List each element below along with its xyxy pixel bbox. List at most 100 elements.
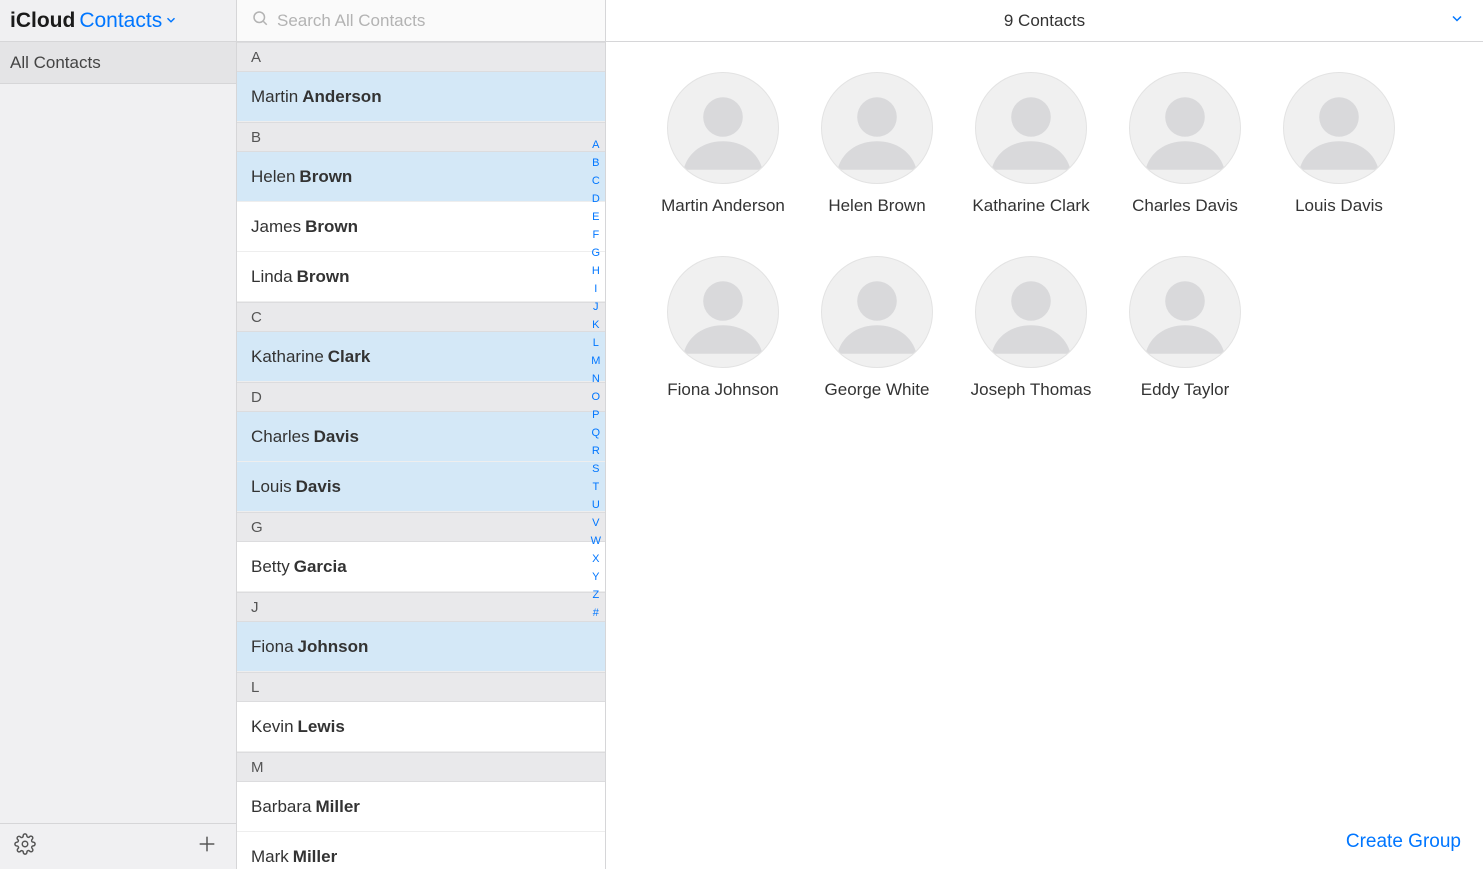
contact-card[interactable]: Fiona Johnson [667,256,779,400]
contact-row[interactable]: KatharineClark [237,332,605,382]
contact-grid: Martin Anderson Helen Brown Katharine Cl… [606,42,1483,430]
sidebar-item-all-contacts[interactable]: All Contacts [0,42,236,84]
avatar [821,72,933,184]
alpha-index-letter[interactable]: O [591,392,601,403]
alpha-index-letter[interactable]: S [591,464,601,475]
contact-list-pane: AMartinAndersonBHelenBrownJamesBrownLind… [237,0,606,869]
alpha-index-letter[interactable]: M [591,356,601,367]
contact-card-name: Louis Davis [1283,196,1395,216]
alpha-index-letter[interactable]: Q [591,428,601,439]
create-group-button[interactable]: Create Group [1346,831,1461,853]
contact-card[interactable]: George White [821,256,933,400]
contact-row[interactable]: FionaJohnson [237,622,605,672]
alpha-index-letter[interactable]: W [591,536,601,547]
alpha-index-letter[interactable]: I [591,284,601,295]
plus-icon[interactable] [196,833,218,860]
alpha-index-letter[interactable]: A [591,140,601,151]
alpha-index-letter[interactable]: H [591,266,601,277]
contact-row[interactable]: KevinLewis [237,702,605,752]
contact-last-name: Johnson [298,637,369,657]
alpha-index-letter[interactable]: C [591,176,601,187]
contact-card[interactable]: Charles Davis [1129,72,1241,216]
alpha-index-letter[interactable]: K [591,320,601,331]
avatar [1129,72,1241,184]
contact-card-name: Eddy Taylor [1129,380,1241,400]
avatar [975,72,1087,184]
contact-first-name: Kevin [251,717,294,737]
contact-first-name: Charles [251,427,310,447]
section-header: A [237,42,605,72]
contact-row[interactable]: MartinAnderson [237,72,605,122]
contact-last-name: Miller [293,847,337,867]
avatar [667,72,779,184]
alpha-index-letter[interactable]: L [591,338,601,349]
contact-first-name: Mark [251,847,289,867]
avatar [821,256,933,368]
contact-card[interactable]: Louis Davis [1283,72,1395,216]
brand-icloud: iCloud [10,9,75,33]
section-header: M [237,752,605,782]
avatar [1283,72,1395,184]
contact-row[interactable]: MarkMiller [237,832,605,869]
alpha-index-letter[interactable]: G [591,248,601,259]
contact-last-name: Clark [328,347,371,367]
contact-first-name: Louis [251,477,292,497]
section-header: L [237,672,605,702]
alpha-index-letter[interactable]: U [591,500,601,511]
contact-row[interactable]: LouisDavis [237,462,605,512]
contact-card[interactable]: Katharine Clark [972,72,1089,216]
section-header: C [237,302,605,332]
contact-row[interactable]: JamesBrown [237,202,605,252]
contact-list[interactable]: AMartinAndersonBHelenBrownJamesBrownLind… [237,42,605,869]
chevron-down-icon [164,9,178,33]
alpha-index-letter[interactable]: N [591,374,601,385]
contact-last-name: Garcia [294,557,347,577]
alpha-index-letter[interactable]: T [591,482,601,493]
alpha-index-letter[interactable]: E [591,212,601,223]
contact-card[interactable]: Joseph Thomas [971,256,1092,400]
contact-card[interactable]: Eddy Taylor [1129,256,1241,400]
alpha-index[interactable]: ABCDEFGHIJKLMNOPQRSTUVWXYZ # [591,140,601,619]
alpha-index-letter[interactable]: Z [591,590,601,601]
contact-card-name: Fiona Johnson [667,380,779,400]
section-header: G [237,512,605,542]
contact-card-name: Charles Davis [1129,196,1241,216]
alpha-index-letter[interactable]: R [591,446,601,457]
selection-count: 9 Contacts [1004,11,1085,31]
alpha-index-letter[interactable]: F [591,230,601,241]
contact-row[interactable]: LindaBrown [237,252,605,302]
contact-row[interactable]: BettyGarcia [237,542,605,592]
contact-card-name: Helen Brown [821,196,933,216]
contact-row[interactable]: CharlesDavis [237,412,605,462]
alpha-index-letter[interactable]: Y [591,572,601,583]
contact-last-name: Miller [315,797,359,817]
sidebar-footer [0,823,236,869]
app-switcher[interactable]: iCloud Contacts [0,0,236,42]
contact-first-name: Linda [251,267,293,287]
alpha-index-letter[interactable]: # [591,608,601,619]
contact-first-name: James [251,217,301,237]
contact-first-name: Betty [251,557,290,577]
avatar [667,256,779,368]
contact-first-name: Fiona [251,637,294,657]
chevron-down-icon[interactable] [1449,10,1465,31]
contact-card[interactable]: Martin Anderson [661,72,785,216]
gear-icon[interactable] [14,833,36,860]
alpha-index-letter[interactable]: B [591,158,601,169]
contact-row[interactable]: HelenBrown [237,152,605,202]
sidebar: iCloud Contacts All Contacts [0,0,237,869]
alpha-index-letter[interactable]: V [591,518,601,529]
alpha-index-letter[interactable]: P [591,410,601,421]
contact-row[interactable]: BarbaraMiller [237,782,605,832]
alpha-index-letter[interactable]: X [591,554,601,565]
contact-card[interactable]: Helen Brown [821,72,933,216]
contact-last-name: Davis [314,427,359,447]
alpha-index-letter[interactable]: D [591,194,601,205]
brand-app: Contacts [79,9,162,33]
contact-first-name: Barbara [251,797,311,817]
contact-last-name: Davis [296,477,341,497]
alpha-index-letter[interactable]: J [591,302,601,313]
contact-last-name: Brown [299,167,352,187]
section-header: B [237,122,605,152]
search-input[interactable] [277,11,591,31]
